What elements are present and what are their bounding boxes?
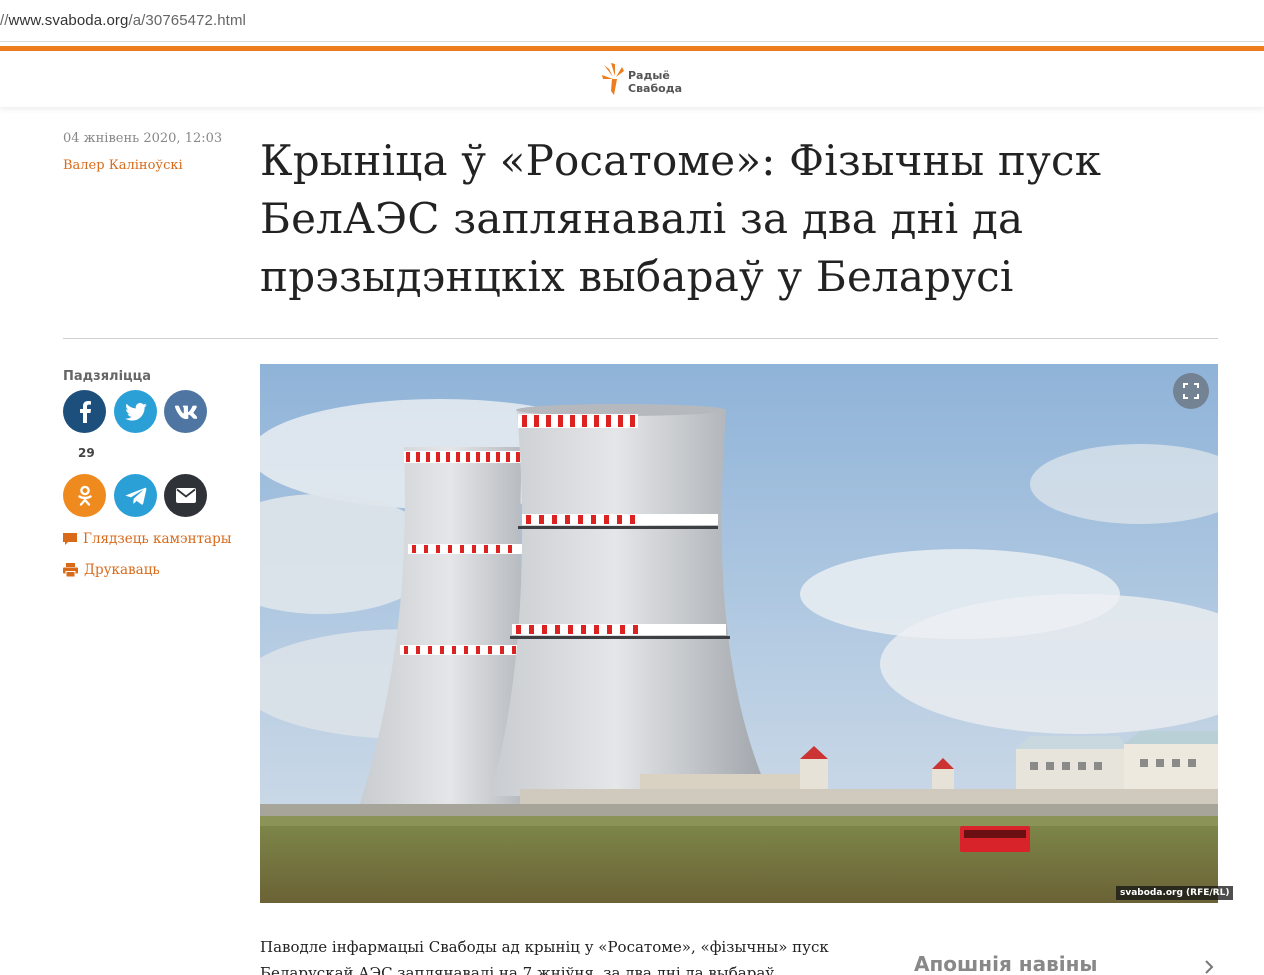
site-header: Радыё Свабода (0, 51, 1264, 107)
url-path: /a/30765472.html (128, 12, 246, 29)
header-divider (63, 338, 1218, 339)
logo-line-2: Свабода (628, 82, 683, 95)
url-host: www.svaboda.org (8, 12, 129, 29)
print-link[interactable]: Друкаваць (63, 562, 160, 578)
latest-news-title[interactable]: Апошнія навіны (914, 952, 1098, 975)
email-icon (175, 488, 196, 503)
fullscreen-icon (1183, 383, 1199, 399)
facebook-share-count: 29 (78, 446, 95, 460)
article-date: 04 жнівень 2020, 12:03 (63, 131, 223, 146)
view-comments-link[interactable]: Глядзець камэнтары (63, 531, 231, 547)
logo-line-1: Радыё (628, 69, 670, 82)
site-logo[interactable]: Радыё Свабода (600, 59, 690, 101)
url-text[interactable]: //www.svaboda.org/a/30765472.html (0, 12, 246, 29)
address-bar[interactable]: //www.svaboda.org/a/30765472.html (0, 0, 1264, 42)
share-label: Падзяліцца (63, 369, 152, 384)
odnoklassniki-share-button[interactable] (63, 474, 106, 517)
chevron-right-icon[interactable] (1204, 960, 1214, 974)
vk-icon (174, 405, 197, 419)
email-share-button[interactable] (164, 474, 207, 517)
article-author-link[interactable]: Валер Каліноўскі (63, 158, 183, 173)
odnoklassniki-icon (77, 485, 92, 506)
print-label: Друкаваць (84, 562, 160, 578)
facebook-icon (79, 400, 91, 423)
comment-icon (63, 532, 77, 545)
article-headline: Крыніца ў «Росатоме»: Фізычны пуск БелАЭ… (260, 136, 1102, 301)
cooling-towers-image (260, 364, 1218, 903)
twitter-share-button[interactable] (114, 390, 157, 433)
article-lead: Паводле інфармацыі Свабоды ад крыніц у «… (260, 938, 829, 975)
torch-icon (602, 63, 624, 95)
photo-credit: svaboda.org (RFE/RL) (1116, 886, 1234, 900)
logo-text: Радыё Свабода (628, 69, 682, 95)
expand-photo-button[interactable] (1173, 373, 1209, 409)
url-prefix: // (0, 12, 9, 29)
printer-icon (63, 563, 78, 577)
telegram-icon (125, 487, 146, 505)
telegram-share-button[interactable] (114, 474, 157, 517)
twitter-icon (124, 402, 147, 421)
article-photo (260, 364, 1218, 903)
view-comments-label: Глядзець камэнтары (83, 531, 232, 547)
facebook-share-button[interactable] (63, 390, 106, 433)
vk-share-button[interactable] (164, 390, 207, 433)
